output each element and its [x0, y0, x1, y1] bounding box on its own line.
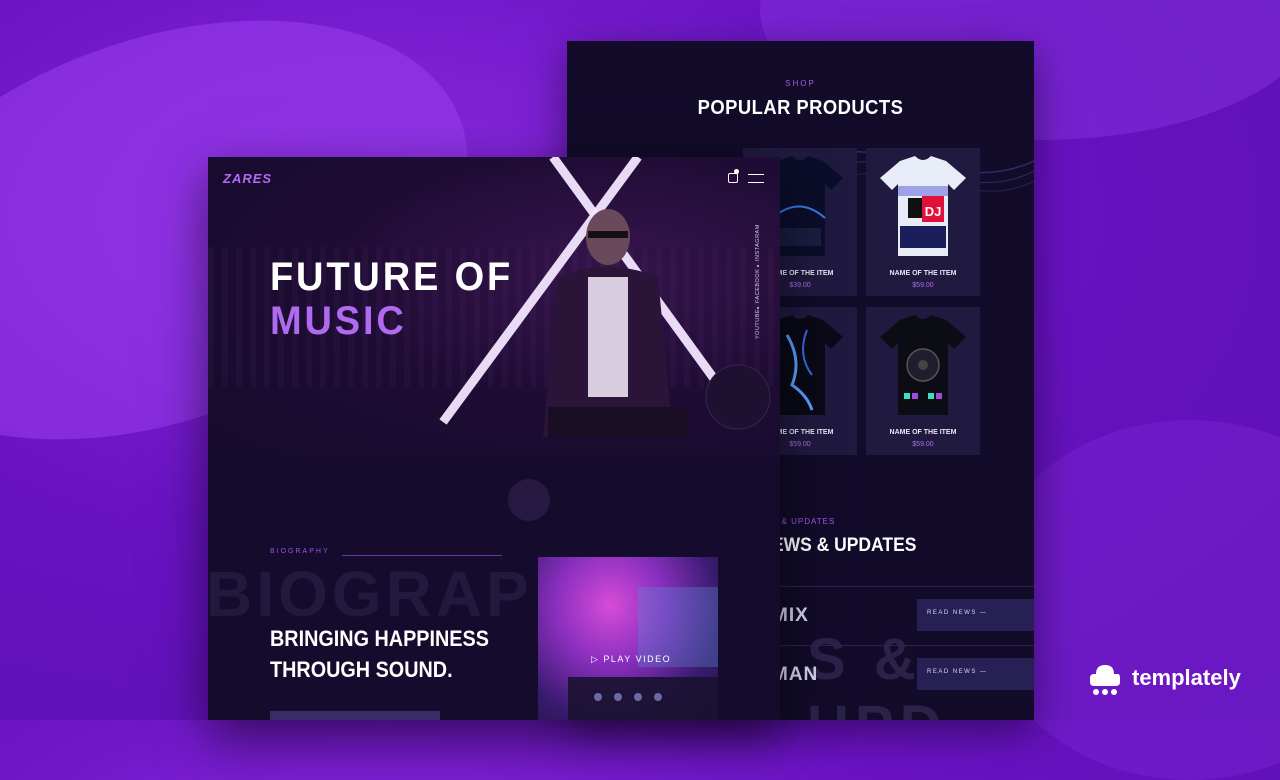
- product-card[interactable]: NAME OF THE ITEM $59.00: [866, 307, 980, 455]
- biography-divider: [342, 555, 502, 556]
- social-links: INSTAGRAM FACEBOOK YOUTUBE: [753, 221, 767, 339]
- templately-brand: templately: [1088, 660, 1248, 700]
- mixer-image: [568, 587, 718, 720]
- read-news-label: READ NEWS —: [927, 610, 988, 616]
- product-image: DJ: [880, 156, 966, 256]
- hero-headline-line-2: MUSIC: [270, 299, 407, 343]
- menu-icon[interactable]: [748, 174, 764, 183]
- news-eyebrow: S & UPDATES: [772, 517, 836, 526]
- biography-eyebrow: BIOGRAPHY: [270, 548, 330, 555]
- site-logo[interactable]: ZARES: [223, 171, 272, 186]
- read-news-button[interactable]: READ NEWS —: [917, 599, 1034, 631]
- biography-title-line-1: BRINGING HAPPINESS: [270, 626, 489, 651]
- news-row: MAN READ NEWS —: [772, 645, 1034, 704]
- svg-text:DJ: DJ: [925, 204, 942, 219]
- video-thumbnail[interactable]: ▷ PLAY VIDEO: [538, 557, 718, 720]
- cart-icon[interactable]: [728, 169, 739, 183]
- product-price: $59.00: [912, 441, 934, 448]
- product-image: [880, 315, 966, 415]
- social-link-youtube[interactable]: YOUTUBE: [755, 309, 761, 339]
- shop-title: POPULAR PRODUCTS: [697, 97, 904, 119]
- product-name: NAME OF THE ITEM: [889, 270, 957, 277]
- templately-logo-icon: [1090, 665, 1120, 695]
- read-news-button[interactable]: READ NEWS —: [917, 658, 1034, 690]
- product-price: $59.00: [912, 282, 934, 289]
- biography-button[interactable]: [270, 711, 440, 720]
- biography-title-line-2: THROUGH SOUND.: [270, 657, 453, 682]
- separator-dot: [757, 265, 759, 267]
- product-name: NAME OF THE ITEM: [889, 429, 957, 436]
- news-row: MIX READ NEWS —: [772, 586, 1034, 645]
- dj-figure: [543, 209, 688, 437]
- biography-title: BRINGING HAPPINESS THROUGH SOUND.: [270, 623, 489, 685]
- shop-eyebrow: SHOP: [785, 79, 816, 88]
- read-news-label: READ NEWS —: [927, 669, 988, 675]
- hero-headline-line-1: FUTURE OF: [270, 255, 514, 299]
- news-title: EWS & UPDATES: [772, 535, 917, 556]
- product-card[interactable]: DJ NAME OF THE ITEM $59.00: [866, 148, 980, 296]
- templately-wordmark: templately: [1132, 665, 1241, 690]
- home-page-preview: ZARES INSTAGRAM FACEBOOK YOUTUBE FUTURE …: [208, 157, 780, 720]
- play-video-button[interactable]: ▷ PLAY VIDEO: [591, 654, 671, 665]
- social-link-facebook[interactable]: FACEBOOK: [755, 269, 761, 303]
- biography-background-text: BIOGRAP: [208, 558, 533, 630]
- decorative-orb: [508, 479, 550, 521]
- social-link-instagram[interactable]: INSTAGRAM: [755, 224, 761, 261]
